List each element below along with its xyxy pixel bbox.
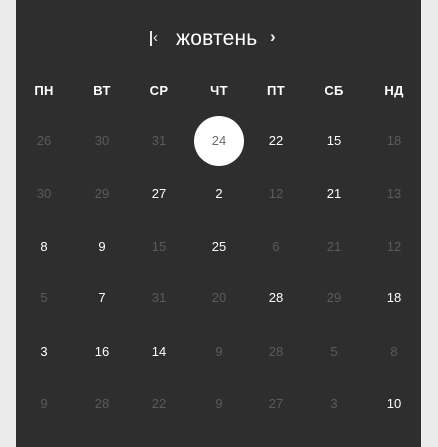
day-cell[interactable]: 12 bbox=[369, 222, 419, 272]
day-cell[interactable]: 5 bbox=[19, 273, 69, 323]
day-cell[interactable]: 9 bbox=[194, 327, 244, 377]
day-cell[interactable]: 9 bbox=[19, 379, 69, 429]
day-cell[interactable]: 30 bbox=[19, 169, 69, 219]
day-cell[interactable]: 30 bbox=[77, 116, 127, 166]
day-cell[interactable]: 31 bbox=[134, 116, 184, 166]
first-month-button[interactable]: ‹ bbox=[149, 28, 163, 50]
month-title: жовтень bbox=[176, 27, 258, 50]
day-cell[interactable]: 12 bbox=[251, 169, 301, 219]
day-cell[interactable]: 29 bbox=[77, 169, 127, 219]
day-cell[interactable]: 15 bbox=[134, 222, 184, 272]
day-cell[interactable]: 26 bbox=[19, 116, 69, 166]
weekday-header-row: ПН ВТ СР ЧТ ПТ СБ НД bbox=[16, 83, 421, 101]
day-cell[interactable]: 10 bbox=[369, 379, 419, 429]
day-cell[interactable]: 20 bbox=[194, 273, 244, 323]
day-cell[interactable]: 31 bbox=[134, 273, 184, 323]
day-cell[interactable]: 28 bbox=[251, 273, 301, 323]
weekday-label: НД bbox=[384, 83, 404, 98]
day-cell[interactable]: 2 bbox=[194, 169, 244, 219]
day-cell[interactable]: 6 bbox=[251, 222, 301, 272]
day-cell[interactable]: 28 bbox=[77, 379, 127, 429]
calendar-header: ‹ жовтень › bbox=[16, 22, 421, 56]
weekday-label: ПТ bbox=[267, 83, 285, 98]
day-cell[interactable]: 9 bbox=[77, 222, 127, 272]
day-cell[interactable]: 27 bbox=[134, 169, 184, 219]
day-cell[interactable]: 7 bbox=[77, 273, 127, 323]
day-cell[interactable]: 8 bbox=[19, 222, 69, 272]
chevron-left-icon: ‹ bbox=[153, 29, 158, 46]
day-cell[interactable]: 14 bbox=[134, 327, 184, 377]
first-bar-icon bbox=[150, 31, 152, 46]
day-cell[interactable]: 18 bbox=[369, 116, 419, 166]
day-cell[interactable]: 9 bbox=[194, 379, 244, 429]
day-cell[interactable]: 8 bbox=[369, 327, 419, 377]
day-cell[interactable]: 3 bbox=[19, 327, 69, 377]
weekday-label: СБ bbox=[324, 83, 344, 98]
weekday-label: ВТ bbox=[93, 83, 111, 98]
day-cell[interactable]: 18 bbox=[369, 273, 419, 323]
day-cell[interactable]: 22 bbox=[134, 379, 184, 429]
weekday-label: ПН bbox=[34, 83, 54, 98]
day-cell[interactable]: 15 bbox=[309, 116, 359, 166]
chevron-right-icon: › bbox=[270, 27, 276, 46]
day-cell[interactable]: 3 bbox=[309, 379, 359, 429]
day-cell[interactable]: 13 bbox=[369, 169, 419, 219]
weekday-label: ЧТ bbox=[210, 83, 228, 98]
day-cell[interactable]: 29 bbox=[309, 273, 359, 323]
day-cell[interactable]: 21 bbox=[309, 222, 359, 272]
weekday-label: СР bbox=[149, 83, 169, 98]
day-cell[interactable]: 21 bbox=[309, 169, 359, 219]
day-cell[interactable]: 5 bbox=[309, 327, 359, 377]
day-cell[interactable]: 16 bbox=[77, 327, 127, 377]
day-cell[interactable]: 28 bbox=[251, 327, 301, 377]
day-cell[interactable]: 25 bbox=[194, 222, 244, 272]
selected-day-cell[interactable]: 24 bbox=[194, 116, 244, 166]
day-cell[interactable]: 22 bbox=[251, 116, 301, 166]
day-cell[interactable]: 27 bbox=[251, 379, 301, 429]
next-month-button[interactable]: › bbox=[270, 26, 276, 48]
calendar-panel: ‹ жовтень › ПН ВТ СР ЧТ ПТ СБ НД 26 30 31 24 22 15 1… bbox=[16, 0, 421, 447]
